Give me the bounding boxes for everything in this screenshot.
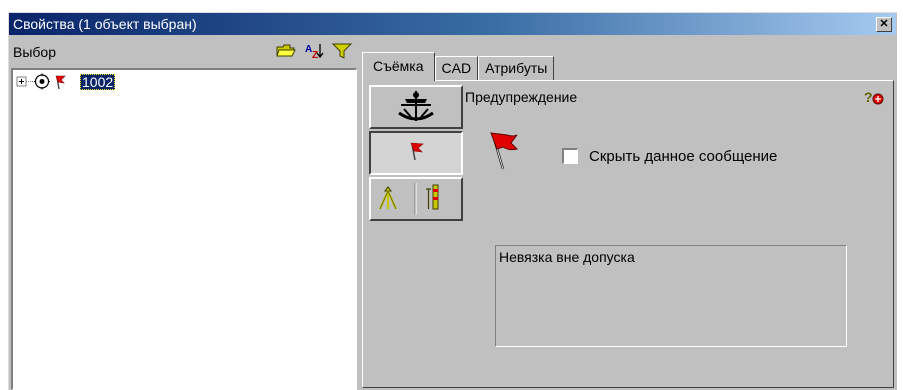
warning-flag-icon bbox=[487, 129, 531, 176]
selection-tree[interactable]: 1002 bbox=[11, 68, 357, 390]
sort-az-icon[interactable]: A Z bbox=[303, 41, 325, 61]
selection-label: Выбор bbox=[13, 44, 56, 60]
tree-node-icons bbox=[16, 73, 66, 90]
survey-tab-content: Предупреждение ? Скрыть данное сообщение bbox=[362, 80, 894, 388]
tab-strip: Съёмка CAD Атрибуты bbox=[362, 52, 555, 81]
message-box: Невязка вне допуска bbox=[495, 245, 847, 347]
properties-tabs-panel: Съёмка CAD Атрибуты Предупреждение ? Скр… bbox=[362, 38, 894, 388]
close-button[interactable]: ✕ bbox=[876, 17, 892, 32]
tab-cad[interactable]: CAD bbox=[434, 56, 479, 80]
filter-icon[interactable] bbox=[331, 41, 353, 61]
svg-text:?: ? bbox=[864, 89, 873, 105]
tab-attributes[interactable]: Атрибуты bbox=[478, 56, 555, 80]
window-title: Свойства (1 объект выбран) bbox=[13, 16, 197, 32]
section-title: Предупреждение bbox=[465, 89, 578, 105]
tab-survey[interactable]: Съёмка bbox=[362, 52, 435, 81]
tripod-icon bbox=[379, 183, 439, 215]
sextant-icon bbox=[398, 91, 434, 121]
folder-open-icon[interactable] bbox=[275, 41, 297, 61]
properties-window: Свойства (1 объект выбран) ✕ Выбор A Z 1… bbox=[8, 12, 897, 390]
tree-node-label[interactable]: 1002 bbox=[80, 74, 116, 90]
warning-button[interactable] bbox=[369, 131, 463, 175]
station-setup-button[interactable] bbox=[369, 177, 463, 221]
hide-message-checkbox[interactable] bbox=[562, 148, 578, 164]
svg-text:Z: Z bbox=[312, 50, 318, 61]
title-bar[interactable]: Свойства (1 объект выбран) ✕ bbox=[9, 13, 896, 35]
instrument-button[interactable] bbox=[369, 85, 463, 129]
selection-panel: Выбор A Z 1002 bbox=[11, 38, 359, 390]
hide-message-label[interactable]: Скрыть данное сообщение bbox=[589, 148, 777, 165]
message-text: Невязка вне допуска bbox=[499, 249, 635, 265]
selection-header: Выбор A Z bbox=[11, 38, 359, 66]
help-icon[interactable]: ? bbox=[863, 87, 885, 110]
flag-icon bbox=[410, 142, 424, 161]
close-icon: ✕ bbox=[879, 18, 889, 30]
tree-node[interactable]: 1002 bbox=[15, 72, 116, 92]
